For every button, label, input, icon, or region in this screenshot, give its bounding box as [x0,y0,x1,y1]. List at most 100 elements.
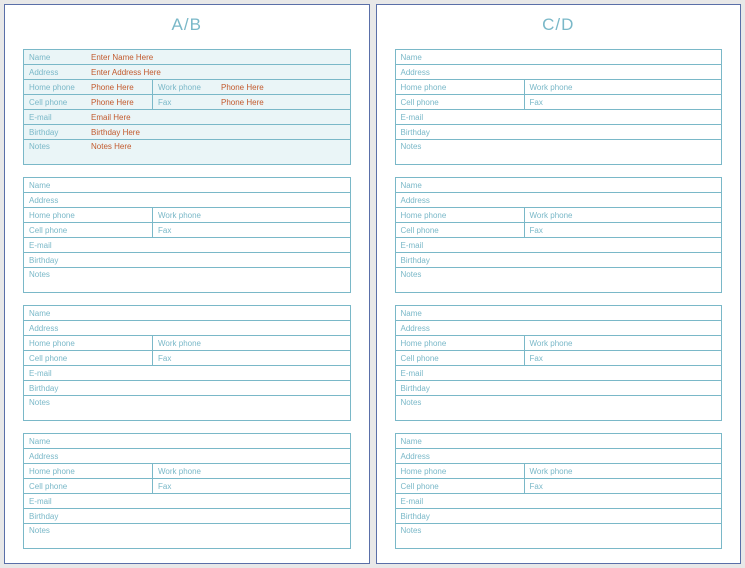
value-email[interactable] [458,238,722,252]
value-birthday[interactable] [458,253,722,267]
label-email: E-mail [24,238,86,252]
value-address[interactable] [458,65,722,79]
label-notes: Notes [24,140,86,153]
value-home-phone[interactable] [458,208,524,222]
label-address: Address [396,193,458,207]
value-birthday[interactable] [86,253,350,267]
value-home-phone[interactable] [458,80,524,94]
value-cell-phone[interactable] [458,223,524,237]
value-notes[interactable] [86,524,350,528]
value-address[interactable]: Enter Address Here [86,65,350,79]
value-birthday[interactable] [86,381,350,395]
value-fax[interactable] [588,479,722,493]
value-work-phone[interactable] [216,464,350,478]
value-birthday[interactable] [458,509,722,523]
value-address[interactable] [86,449,350,463]
value-birthday[interactable] [458,381,722,395]
value-email[interactable] [86,238,350,252]
contact-card: Name Address Home phoneWork phone Cell p… [395,305,723,421]
label-home-phone: Home phone [24,464,86,478]
value-home-phone[interactable] [86,336,152,350]
value-cell-phone[interactable] [86,223,152,237]
value-home-phone[interactable] [458,336,524,350]
value-notes[interactable] [458,268,722,272]
value-cell-phone[interactable]: Phone Here [86,95,152,109]
value-name[interactable] [86,434,350,448]
value-work-phone[interactable] [588,208,722,222]
value-email[interactable]: Email Here [86,110,350,124]
value-work-phone[interactable] [588,80,722,94]
value-fax[interactable]: Phone Here [216,95,350,109]
label-name: Name [24,178,86,192]
label-birthday: Birthday [396,509,458,523]
value-cell-phone[interactable] [458,479,524,493]
value-cell-phone[interactable] [458,351,524,365]
label-work-phone: Work phone [524,336,588,350]
label-address: Address [396,65,458,79]
value-email[interactable] [86,494,350,508]
label-home-phone: Home phone [396,80,458,94]
label-cell-phone: Cell phone [24,95,86,109]
label-birthday: Birthday [24,125,86,139]
value-notes[interactable] [458,524,722,528]
label-name: Name [24,434,86,448]
value-home-phone[interactable] [86,464,152,478]
label-name: Name [24,50,86,64]
value-notes[interactable] [458,140,722,144]
value-name[interactable] [86,306,350,320]
value-email[interactable] [86,366,350,380]
value-email[interactable] [458,110,722,124]
label-fax: Fax [152,479,216,493]
value-name[interactable] [458,178,722,192]
label-work-phone: Work phone [524,208,588,222]
value-name[interactable] [458,306,722,320]
value-home-phone[interactable] [86,208,152,222]
value-birthday[interactable] [458,125,722,139]
value-email[interactable] [458,366,722,380]
value-birthday[interactable] [86,509,350,523]
label-email: E-mail [24,494,86,508]
label-fax: Fax [152,351,216,365]
value-work-phone[interactable] [588,464,722,478]
value-home-phone[interactable] [458,464,524,478]
value-birthday[interactable]: Birthday Here [86,125,350,139]
value-email[interactable] [458,494,722,508]
label-home-phone: Home phone [24,208,86,222]
label-address: Address [24,65,86,79]
value-fax[interactable] [216,479,350,493]
value-fax[interactable] [216,351,350,365]
label-address: Address [24,193,86,207]
value-cell-phone[interactable] [458,95,524,109]
value-notes[interactable] [86,268,350,272]
value-fax[interactable] [588,351,722,365]
value-address[interactable] [458,321,722,335]
value-work-phone[interactable] [216,208,350,222]
value-work-phone[interactable] [588,336,722,350]
value-address[interactable] [458,193,722,207]
label-address: Address [396,321,458,335]
label-fax: Fax [152,223,216,237]
value-fax[interactable] [216,223,350,237]
value-name[interactable] [458,50,722,64]
value-fax[interactable] [588,223,722,237]
value-fax[interactable] [588,95,722,109]
value-home-phone[interactable]: Phone Here [86,80,152,94]
label-email: E-mail [396,238,458,252]
value-cell-phone[interactable] [86,351,152,365]
value-work-phone[interactable] [216,336,350,350]
value-address[interactable] [458,449,722,463]
value-notes[interactable] [86,396,350,400]
page-left: A/B Name Enter Name Here Address Enter A… [4,4,370,564]
value-name[interactable] [458,434,722,448]
value-notes[interactable] [458,396,722,400]
value-work-phone[interactable]: Phone Here [216,80,350,94]
value-address[interactable] [86,193,350,207]
value-address[interactable] [86,321,350,335]
value-name[interactable] [86,178,350,192]
label-fax: Fax [524,351,588,365]
value-name[interactable]: Enter Name Here [86,50,350,64]
page-right: C/D Name Address Home phoneWork phone Ce… [376,4,742,564]
value-notes[interactable]: Notes Here [86,140,350,153]
label-cell-phone: Cell phone [396,351,458,365]
value-cell-phone[interactable] [86,479,152,493]
